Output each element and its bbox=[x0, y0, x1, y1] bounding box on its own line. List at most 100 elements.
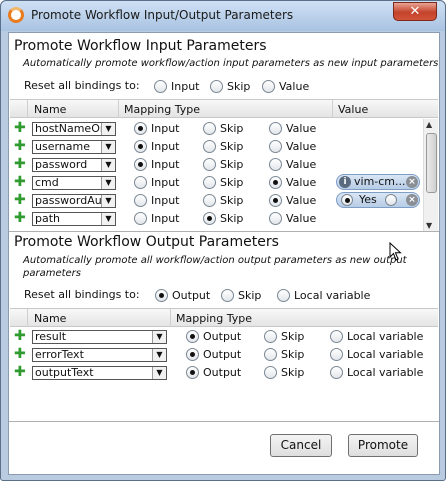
chevron-down-icon[interactable]: ▼ bbox=[101, 141, 115, 153]
mapping-option-local-variable[interactable]: Local variable bbox=[330, 347, 423, 361]
mapping-radio[interactable] bbox=[186, 365, 199, 379]
mapping-radio[interactable] bbox=[269, 157, 282, 171]
mapping-option-skip[interactable]: Skip bbox=[264, 365, 304, 379]
mapping-radio[interactable] bbox=[203, 211, 216, 225]
add-parameter-icon[interactable]: ✚ bbox=[14, 347, 26, 361]
mapping-option-value[interactable]: Value bbox=[269, 175, 316, 189]
mapping-radio[interactable] bbox=[264, 365, 277, 379]
mapping-option-output[interactable]: Output bbox=[186, 329, 241, 343]
mapping-radio[interactable] bbox=[134, 193, 147, 207]
mapping-radio[interactable] bbox=[203, 121, 216, 135]
parameter-name-combo[interactable]: password ▼ bbox=[32, 158, 116, 172]
close-button[interactable]: ✕ bbox=[393, 2, 437, 21]
mapping-option-skip[interactable]: Skip bbox=[264, 347, 304, 361]
add-parameter-icon[interactable]: ✚ bbox=[14, 365, 26, 379]
parameter-name-combo[interactable]: passwordAu ▼ bbox=[32, 194, 116, 208]
mapping-radio[interactable] bbox=[330, 365, 343, 379]
cancel-button[interactable]: Cancel bbox=[270, 434, 332, 457]
mapping-option-input[interactable]: Input bbox=[134, 139, 179, 153]
parameter-name-combo[interactable]: username ▼ bbox=[32, 140, 116, 154]
chevron-down-icon[interactable]: ▼ bbox=[152, 367, 166, 379]
mapping-radio[interactable] bbox=[134, 157, 147, 171]
chevron-down-icon[interactable]: ▼ bbox=[101, 177, 115, 189]
mapping-option-local-variable[interactable]: Local variable bbox=[330, 365, 423, 379]
remove-value-icon[interactable]: × bbox=[406, 176, 418, 188]
scroll-up-icon[interactable]: ▲ bbox=[426, 120, 432, 129]
scroll-down-icon[interactable]: ▼ bbox=[426, 221, 432, 230]
chevron-down-icon[interactable]: ▼ bbox=[152, 331, 166, 343]
mapping-option-skip[interactable]: Skip bbox=[203, 193, 243, 207]
mapping-radio[interactable] bbox=[203, 139, 216, 153]
mapping-radio[interactable] bbox=[186, 347, 199, 361]
input-reset-radio-skip[interactable] bbox=[210, 79, 223, 93]
add-parameter-icon[interactable]: ✚ bbox=[14, 175, 26, 189]
promote-button[interactable]: Promote bbox=[348, 434, 418, 457]
mapping-option-value[interactable]: Value bbox=[269, 157, 316, 171]
mapping-option-local-variable[interactable]: Local variable bbox=[330, 329, 423, 343]
title-bar[interactable]: Promote Workflow Input/Output Parameters… bbox=[1, 1, 445, 31]
parameter-name-combo[interactable]: result ▼ bbox=[32, 330, 167, 344]
mapping-option-skip[interactable]: Skip bbox=[203, 175, 243, 189]
remove-value-icon[interactable]: × bbox=[406, 194, 418, 206]
mapping-radio[interactable] bbox=[134, 175, 147, 189]
output-reset-radio-local[interactable] bbox=[277, 288, 290, 302]
output-reset-radio-skip[interactable] bbox=[221, 288, 234, 302]
mapping-option-input[interactable]: Input bbox=[134, 193, 179, 207]
mapping-option-skip[interactable]: Skip bbox=[203, 139, 243, 153]
mapping-option-output[interactable]: Output bbox=[186, 365, 241, 379]
chevron-down-icon[interactable]: ▼ bbox=[101, 213, 115, 225]
mapping-radio[interactable] bbox=[203, 193, 216, 207]
mapping-radio[interactable] bbox=[134, 139, 147, 153]
add-parameter-icon[interactable]: ✚ bbox=[14, 139, 26, 153]
mapping-option-skip[interactable]: Skip bbox=[264, 329, 304, 343]
parameter-name-combo[interactable]: path ▼ bbox=[32, 212, 116, 226]
chevron-down-icon[interactable]: ▼ bbox=[101, 159, 115, 171]
mapping-option-input[interactable]: Input bbox=[134, 211, 179, 225]
mapping-option-skip[interactable]: Skip bbox=[203, 211, 243, 225]
parameter-name-combo[interactable]: outputText ▼ bbox=[32, 366, 167, 380]
mapping-radio[interactable] bbox=[203, 175, 216, 189]
mapping-option-value[interactable]: Value bbox=[269, 121, 316, 135]
parameter-name-combo[interactable]: cmd ▼ bbox=[32, 176, 116, 190]
input-reset-radio-input[interactable] bbox=[154, 79, 167, 93]
mapping-radio[interactable] bbox=[269, 139, 282, 153]
mapping-option-value[interactable]: Value bbox=[269, 139, 316, 153]
mapping-radio[interactable] bbox=[269, 121, 282, 135]
mapping-radio[interactable] bbox=[269, 211, 282, 225]
add-parameter-icon[interactable]: ✚ bbox=[14, 121, 26, 135]
mapping-radio[interactable] bbox=[134, 211, 147, 225]
parameter-name-combo[interactable]: hostNameOr ▼ bbox=[32, 122, 116, 136]
mapping-radio[interactable] bbox=[269, 193, 282, 207]
input-table-scrollbar[interactable]: ▲ ▼ bbox=[423, 119, 438, 231]
mapping-radio[interactable] bbox=[186, 329, 199, 343]
mapping-option-skip[interactable]: Skip bbox=[203, 157, 243, 171]
input-reset-radio-value[interactable] bbox=[262, 79, 275, 93]
mapping-option-value[interactable]: Value bbox=[269, 193, 316, 207]
parameter-name-combo[interactable]: errorText ▼ bbox=[32, 348, 167, 362]
yes-radio[interactable] bbox=[341, 194, 353, 206]
mapping-radio[interactable] bbox=[264, 347, 277, 361]
scrollbar-thumb[interactable] bbox=[426, 133, 437, 193]
mapping-radio[interactable] bbox=[134, 121, 147, 135]
mapping-option-input[interactable]: Input bbox=[134, 175, 179, 189]
no-radio[interactable] bbox=[385, 194, 397, 206]
mapping-radio[interactable] bbox=[264, 329, 277, 343]
mapping-radio[interactable] bbox=[330, 347, 343, 361]
mapping-option-input[interactable]: Input bbox=[134, 121, 179, 135]
add-parameter-icon[interactable]: ✚ bbox=[14, 157, 26, 171]
cmd-value-chip[interactable]: i vim-cm... × bbox=[336, 174, 420, 190]
mapping-option-skip[interactable]: Skip bbox=[203, 121, 243, 135]
mapping-option-value[interactable]: Value bbox=[269, 211, 316, 225]
mapping-option-input[interactable]: Input bbox=[134, 157, 179, 171]
mapping-option-output[interactable]: Output bbox=[186, 347, 241, 361]
output-reset-radio-output[interactable] bbox=[155, 288, 168, 302]
add-parameter-icon[interactable]: ✚ bbox=[14, 329, 26, 343]
chevron-down-icon[interactable]: ▼ bbox=[152, 349, 166, 361]
passwordau-value-chip[interactable]: Yes × bbox=[336, 192, 420, 208]
add-parameter-icon[interactable]: ✚ bbox=[14, 193, 26, 207]
add-parameter-icon[interactable]: ✚ bbox=[14, 211, 26, 225]
chevron-down-icon[interactable]: ▼ bbox=[101, 195, 115, 207]
mapping-radio[interactable] bbox=[269, 175, 282, 189]
chevron-down-icon[interactable]: ▼ bbox=[101, 123, 115, 135]
mapping-radio[interactable] bbox=[330, 329, 343, 343]
